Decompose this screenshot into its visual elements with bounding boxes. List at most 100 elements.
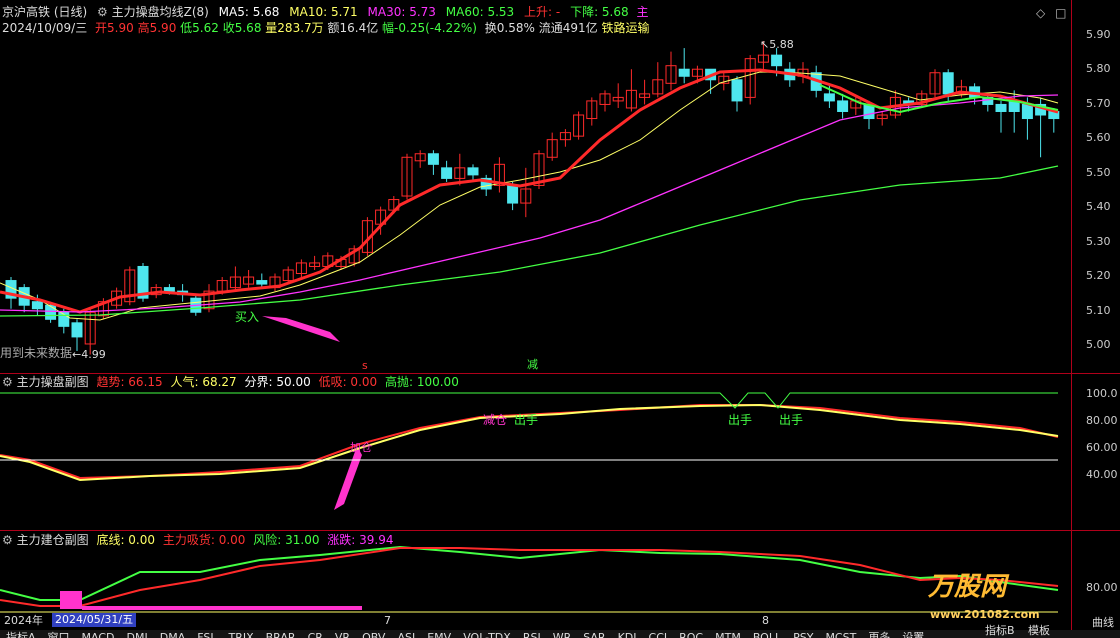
candle-body: [31, 301, 43, 310]
price-tick: 5.70: [1086, 97, 1111, 110]
sub1-title[interactable]: 主力操盘副图: [17, 375, 89, 389]
quote-low: 低5.62: [180, 21, 219, 35]
ma5-line: [0, 68, 1059, 314]
tab-sar[interactable]: SAR: [577, 630, 611, 638]
candle-body: [942, 72, 954, 95]
tab-mcst[interactable]: MCST: [819, 630, 862, 638]
reduce-marker: 减: [527, 358, 538, 371]
quote-volume: 量283.7万: [265, 21, 324, 35]
tab-asi[interactable]: ASI: [391, 630, 421, 638]
sub2-tick: 80.00: [1086, 581, 1118, 594]
candle-body: [678, 68, 690, 77]
extra-label: 主: [636, 5, 649, 19]
quote-close: 收5.68: [222, 21, 262, 35]
s-marker: s: [362, 359, 368, 372]
ma10-value: MA10: 5.71: [289, 5, 358, 19]
timeline-month: 7: [384, 614, 391, 627]
tab-cci[interactable]: CCI: [643, 630, 674, 638]
buy-arrow: [262, 316, 340, 342]
candle-body: [771, 54, 783, 67]
quote-bar: 2024/10/09/三 开5.90 高5.90 低5.62 收5.68 量28…: [2, 21, 649, 35]
tab-window[interactable]: 窗口: [42, 630, 76, 638]
tab-vol-tdx[interactable]: VOL-TDX: [457, 630, 517, 638]
candle-body: [467, 167, 479, 176]
curve-label: 曲线: [1092, 616, 1114, 629]
tab-settings[interactable]: 设置: [896, 630, 930, 638]
tab-trix[interactable]: TRIX: [222, 630, 259, 638]
tab-roc[interactable]: ROC: [673, 630, 709, 638]
tab-cr[interactable]: CR: [302, 630, 329, 638]
gear-icon[interactable]: ⚙: [97, 5, 108, 19]
up-signal: 上升: -: [524, 5, 561, 19]
tab-macd[interactable]: MACD: [76, 630, 121, 638]
tab-obv[interactable]: OBV: [356, 630, 391, 638]
price-tick: 5.60: [1086, 131, 1111, 144]
window-controls: ◇ □: [1036, 6, 1066, 20]
sub2-volume-bar: [60, 591, 82, 609]
tab-template[interactable]: 模板: [1028, 624, 1050, 637]
sub2-title[interactable]: 主力建仓副图: [17, 533, 89, 547]
price-tick: 5.90: [1086, 28, 1111, 41]
tab-boll[interactable]: BOLL: [747, 630, 787, 638]
price-tick: 5.20: [1086, 269, 1111, 282]
down-signal: 下降: 5.68: [570, 5, 629, 19]
pane-divider: [0, 530, 1120, 531]
candle-body: [256, 280, 268, 285]
candle-body: [163, 287, 175, 292]
sub1-exit-label: 出手: [779, 413, 804, 427]
tab-vr[interactable]: VR: [329, 630, 356, 638]
candle-body: [441, 167, 453, 179]
price-tick: 5.80: [1086, 62, 1111, 75]
candle-body: [71, 322, 83, 338]
tab-more[interactable]: 更多: [862, 630, 896, 638]
quote-turnover: 换0.58%: [484, 21, 535, 35]
pane-divider: [0, 373, 1120, 374]
tab-mtm[interactable]: MTM: [709, 630, 747, 638]
tab-fsl[interactable]: FSL: [191, 630, 222, 638]
gear-icon[interactable]: ⚙: [2, 375, 13, 389]
tab-kdj[interactable]: KDJ: [612, 630, 643, 638]
sub1-buy-label: 加仓: [350, 441, 372, 454]
price-tick: 5.00: [1086, 338, 1111, 351]
tab-rsi[interactable]: RSI: [517, 630, 547, 638]
tab-wr[interactable]: WR: [547, 630, 578, 638]
tab-emv[interactable]: EMV: [421, 630, 457, 638]
future-data-note: 用到未来数据: [0, 346, 73, 360]
quote-float: 流通491亿: [538, 21, 598, 35]
sub1-header: ⚙ 主力操盘副图 趋势: 66.15 人气: 68.27 分界: 50.00 低…: [2, 375, 459, 389]
sub1-reduce-label: 减仓: [483, 413, 508, 427]
sub2-bottom: 底线: 0.00: [96, 533, 156, 547]
tab-indicator-a[interactable]: 指标A: [0, 630, 42, 638]
price-tick: 5.40: [1086, 200, 1111, 213]
candle-body: [45, 304, 57, 320]
tab-indicator-b[interactable]: 指标B: [985, 624, 1015, 637]
axis-divider: [1071, 0, 1072, 630]
stock-title[interactable]: 京沪高铁 (日线): [2, 5, 87, 19]
candle-body: [995, 103, 1007, 112]
diamond-icon[interactable]: ◇: [1036, 6, 1045, 20]
gear-icon[interactable]: ⚙: [2, 533, 13, 547]
indicator-name[interactable]: 主力操盘均线Z(8): [112, 5, 209, 19]
sub1-tick: 80.00: [1086, 414, 1118, 427]
sub1-high-sell: 高抛: 100.00: [384, 375, 459, 389]
price-tick: 5.10: [1086, 304, 1111, 317]
tab-psy[interactable]: PSY: [787, 630, 819, 638]
tab-dmi[interactable]: DMI: [121, 630, 154, 638]
indicator-tabs: 指标A 窗口 MACD DMI DMA FSL TRIX BRAR CR VR OBV ASI EMV V…: [0, 630, 1120, 638]
brand-url: www.201082.com: [930, 608, 1040, 621]
candle-body: [731, 79, 743, 102]
sub1-tick: 60.00: [1086, 441, 1118, 454]
high-price-mark: ↖5.88: [760, 38, 794, 51]
tab-dma[interactable]: DMA: [154, 630, 192, 638]
price-tick: 5.50: [1086, 166, 1111, 179]
ma30-value: MA30: 5.73: [367, 5, 436, 19]
quote-high: 高5.90: [137, 21, 177, 35]
tab-brar[interactable]: BRAR: [260, 630, 302, 638]
sub1-high-line: [0, 392, 1058, 409]
sub2-absorb: 主力吸货: 0.00: [162, 533, 246, 547]
square-icon[interactable]: □: [1055, 6, 1066, 20]
sub1-popularity: 人气: 68.27: [170, 375, 237, 389]
right-tabs: 指标B 模板: [985, 624, 1050, 638]
sub2-header: ⚙ 主力建仓副图 底线: 0.00 主力吸货: 0.00 风险: 31.00 涨…: [2, 533, 394, 547]
quote-date: 2024/10/09/三: [2, 21, 88, 35]
